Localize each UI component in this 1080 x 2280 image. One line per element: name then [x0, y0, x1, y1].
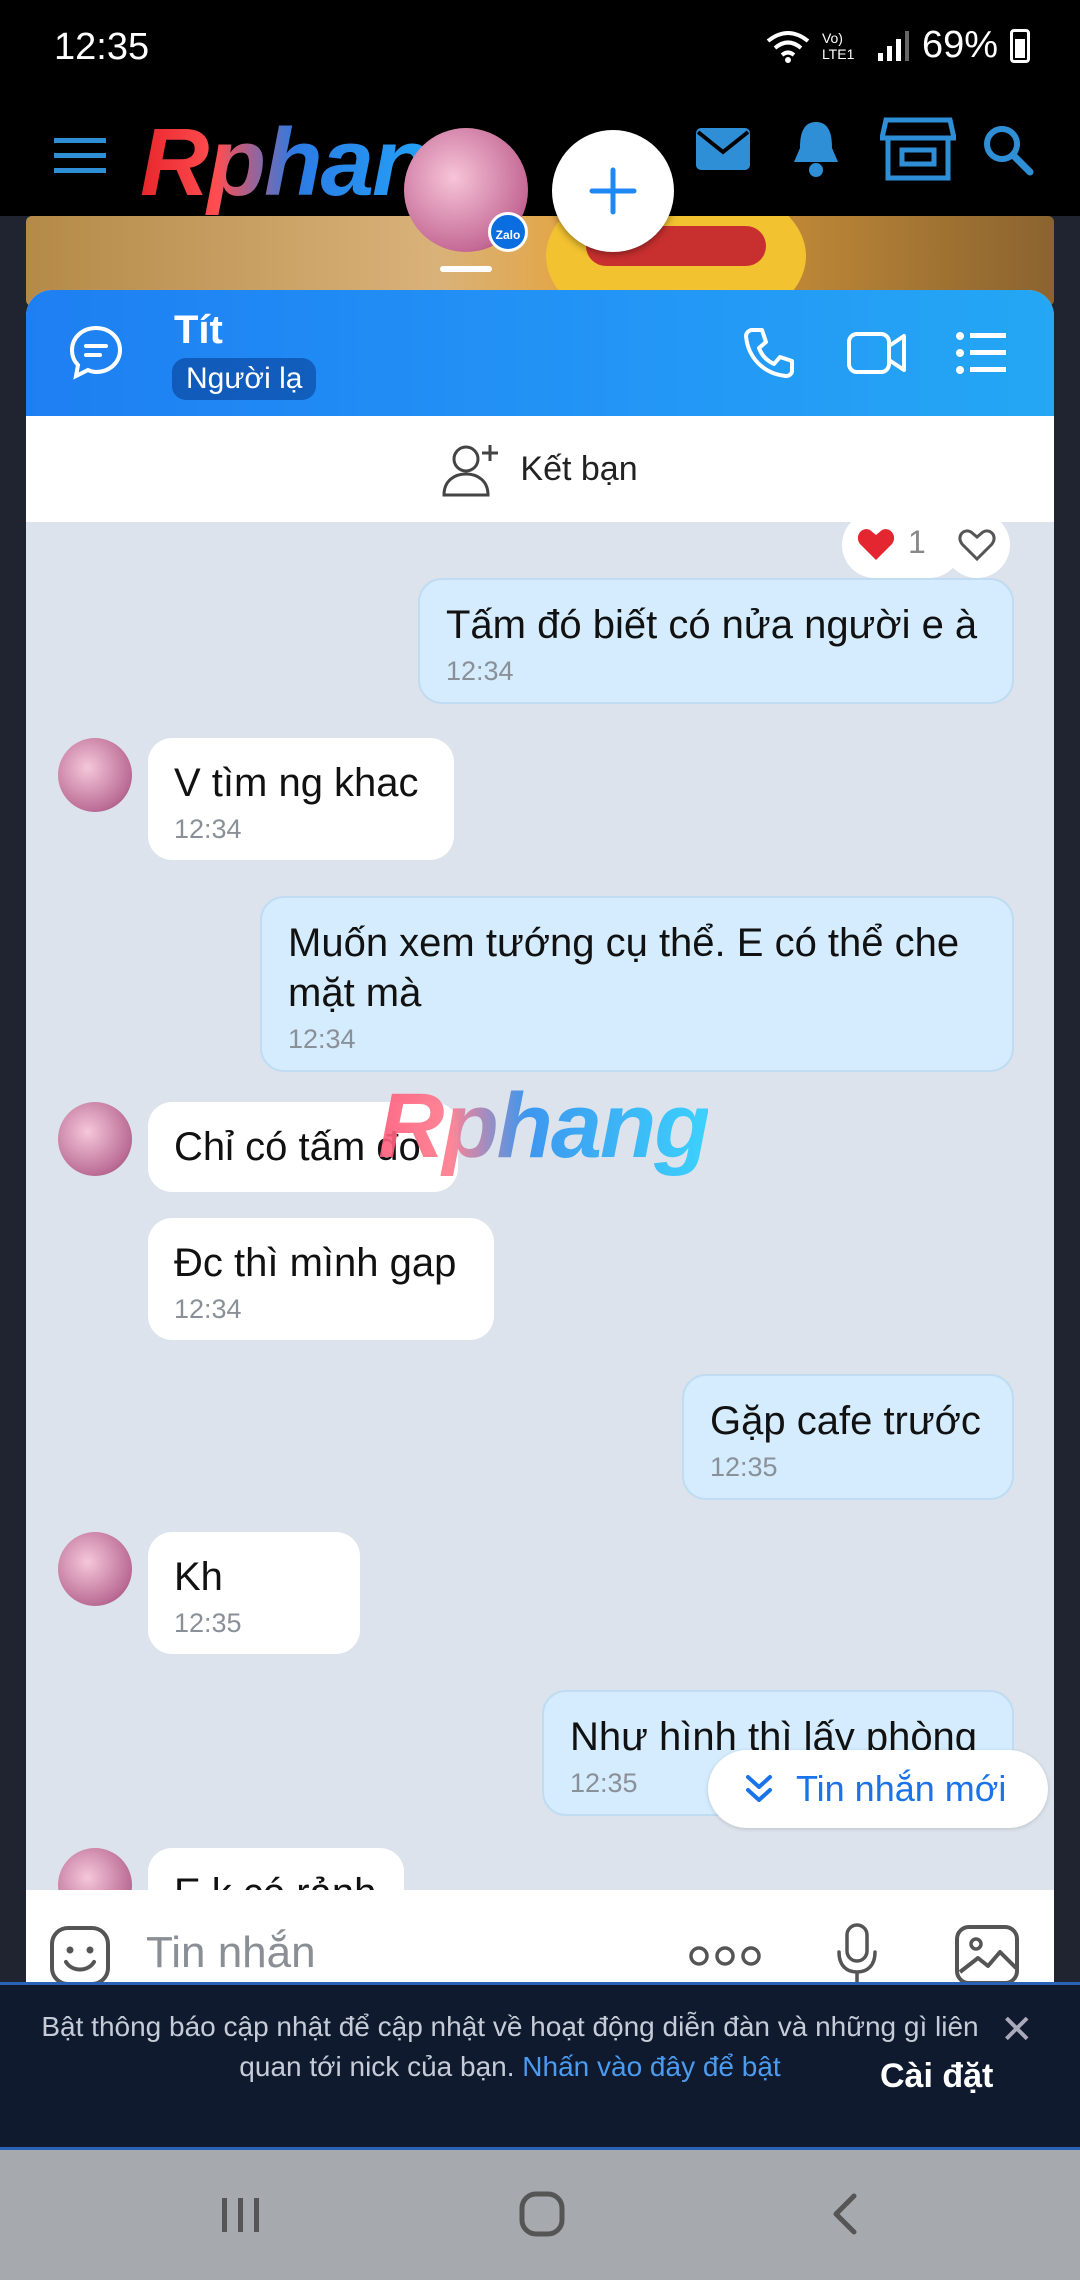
- message-text: Kh: [174, 1555, 223, 1599]
- message-text: E k có rảnh: [174, 1868, 378, 1890]
- network-label: Vo) LTE1: [821, 29, 855, 62]
- enable-notifications-link[interactable]: Nhấn vào đây để bật: [522, 2051, 780, 2082]
- system-navigation-bar: [0, 2150, 1080, 2280]
- message-text: Muốn xem tướng cụ thể. E có thể che mặt …: [288, 921, 960, 1015]
- video-call-icon[interactable]: [846, 326, 908, 380]
- image-icon[interactable]: [954, 1924, 1020, 1986]
- message-time: 12:35: [710, 1452, 778, 1482]
- reaction-count: 1: [908, 524, 926, 560]
- store-icon[interactable]: [880, 116, 956, 182]
- zalo-badge-icon: Zalo: [488, 212, 528, 252]
- outgoing-message[interactable]: Gặp cafe trước 12:35: [682, 1374, 1014, 1500]
- options-list-icon[interactable]: [954, 326, 1008, 380]
- back-icon[interactable]: [826, 2190, 866, 2238]
- contact-avatar[interactable]: [58, 1102, 132, 1176]
- new-messages-label: Tin nhắn mới: [796, 1768, 1007, 1809]
- heart-outline-icon: [958, 529, 996, 562]
- forum-header: Rphang: [0, 100, 1080, 216]
- chat-window: Tít Người lạ Kết bạn 1 Tấm đó biết có nử…: [26, 290, 1054, 2022]
- incoming-message[interactable]: Kh 12:35: [148, 1532, 360, 1654]
- clock: 12:35: [54, 26, 150, 68]
- contact-name[interactable]: Tít: [174, 308, 223, 353]
- message-list[interactable]: 1 Tấm đó biết có nửa người e à 12:34 V t…: [26, 522, 1054, 1890]
- sticker-icon[interactable]: [48, 1924, 112, 1988]
- wifi-icon: [766, 30, 810, 63]
- settings-button[interactable]: Cài đặt: [880, 2057, 993, 2096]
- add-friend-icon: [442, 445, 499, 497]
- double-chevron-down-icon: [746, 1775, 772, 1802]
- heart-icon: [857, 529, 895, 560]
- battery-percent: 69%: [921, 24, 998, 66]
- outgoing-message[interactable]: Tấm đó biết có nửa người e à 12:34: [418, 578, 1014, 704]
- watermark: Rphang: [378, 1075, 710, 1177]
- chat-bubble-icon[interactable]: [68, 324, 124, 380]
- bell-icon[interactable]: [790, 118, 842, 180]
- recent-apps-icon[interactable]: [218, 2194, 264, 2236]
- message-time: 12:34: [446, 656, 514, 686]
- message-text: Gặp cafe trước: [710, 1399, 981, 1443]
- battery-icon: [1010, 28, 1030, 63]
- add-friend-bar[interactable]: Kết bạn: [26, 416, 1054, 522]
- search-icon[interactable]: [982, 124, 1034, 176]
- message-time: 12:35: [174, 1608, 242, 1638]
- react-button[interactable]: [944, 522, 1010, 578]
- incoming-message[interactable]: E k có rảnh: [148, 1848, 404, 1890]
- add-chat-button[interactable]: [552, 130, 674, 252]
- phone-icon[interactable]: [742, 326, 796, 380]
- incoming-message[interactable]: V tìm ng khac 12:34: [148, 738, 454, 860]
- add-friend-label: Kết bạn: [520, 449, 638, 488]
- drag-handle[interactable]: [440, 266, 492, 272]
- message-text: Tấm đó biết có nửa người e à: [446, 603, 978, 647]
- incoming-message[interactable]: Đc thì mình gap 12:34: [148, 1218, 494, 1340]
- microphone-icon[interactable]: [834, 1922, 880, 1990]
- close-icon[interactable]: ✕: [1000, 2007, 1034, 2053]
- message-time: 12:34: [174, 1294, 242, 1324]
- chat-header: Tít Người lạ: [26, 290, 1054, 416]
- outgoing-message[interactable]: Muốn xem tướng cụ thể. E có thể che mặt …: [260, 896, 1014, 1072]
- message-time: 12:34: [174, 814, 242, 844]
- more-options-icon[interactable]: [688, 1942, 762, 1970]
- contact-avatar[interactable]: [58, 738, 132, 812]
- contact-avatar[interactable]: [58, 1848, 132, 1890]
- menu-icon[interactable]: [54, 134, 106, 178]
- mail-icon[interactable]: [694, 124, 752, 174]
- status-bar: 12:35 Vo) LTE1 69%: [0, 0, 1080, 100]
- home-icon[interactable]: [518, 2190, 566, 2238]
- notification-banner: Bật thông báo cập nhật để cập nhật về ho…: [0, 1982, 1080, 2150]
- message-text: Đc thì mình gap: [174, 1241, 457, 1285]
- message-text: V tìm ng khac: [174, 761, 419, 805]
- new-messages-button[interactable]: Tin nhắn mới: [708, 1750, 1048, 1828]
- message-input[interactable]: Tin nhắn: [146, 1928, 316, 1978]
- signal-icon: [877, 30, 909, 61]
- stranger-tag: Người lạ: [172, 358, 317, 400]
- contact-avatar[interactable]: [58, 1532, 132, 1606]
- notification-text: Bật thông báo cập nhật để cập nhật về ho…: [41, 2011, 979, 2082]
- plus-icon: [589, 167, 637, 215]
- message-time: 12:34: [288, 1024, 356, 1054]
